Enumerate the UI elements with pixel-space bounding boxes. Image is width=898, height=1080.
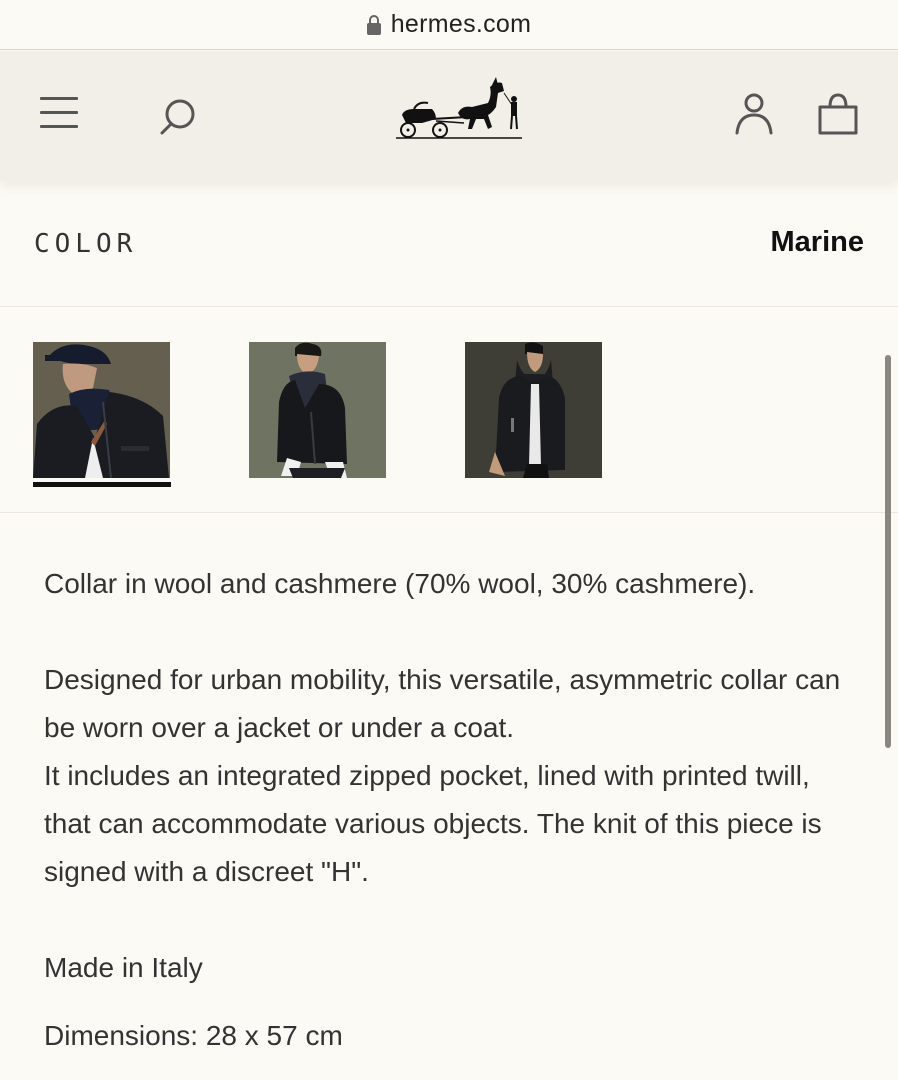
color-label: COLOR — [34, 229, 138, 259]
color-selector-row: COLOR Marine — [0, 182, 898, 307]
color-value: Marine — [770, 226, 864, 258]
thumb-look-3[interactable] — [465, 342, 602, 478]
menu-icon[interactable] — [40, 97, 78, 131]
lock-icon — [366, 14, 381, 35]
product-description: Collar in wool and cashmere (70% wool, 3… — [44, 560, 864, 1060]
color-thumbnail-strip — [0, 308, 898, 513]
hermes-carriage-logo[interactable] — [392, 73, 526, 159]
made-in: Made in Italy — [44, 952, 203, 983]
description-para-1: Designed for urban mobility, this versat… — [44, 664, 841, 743]
site-header — [0, 51, 898, 181]
thumb-look-1[interactable] — [33, 342, 170, 478]
account-icon[interactable] — [733, 91, 775, 137]
url-domain: hermes.com — [390, 10, 532, 38]
search-icon[interactable] — [158, 96, 200, 138]
browser-url-bar[interactable]: hermes.com — [0, 0, 898, 50]
description-para-2: It includes an integrated zipped pocket,… — [44, 760, 822, 887]
selected-thumb-indicator — [33, 482, 171, 487]
description-material: Collar in wool and cashmere (70% wool, 3… — [44, 568, 756, 599]
thumb-look-2[interactable] — [249, 342, 386, 478]
page-scrollbar[interactable] — [885, 355, 891, 748]
dimensions: Dimensions: 28 x 57 cm — [44, 1020, 343, 1051]
shopping-bag-icon[interactable] — [816, 91, 860, 137]
